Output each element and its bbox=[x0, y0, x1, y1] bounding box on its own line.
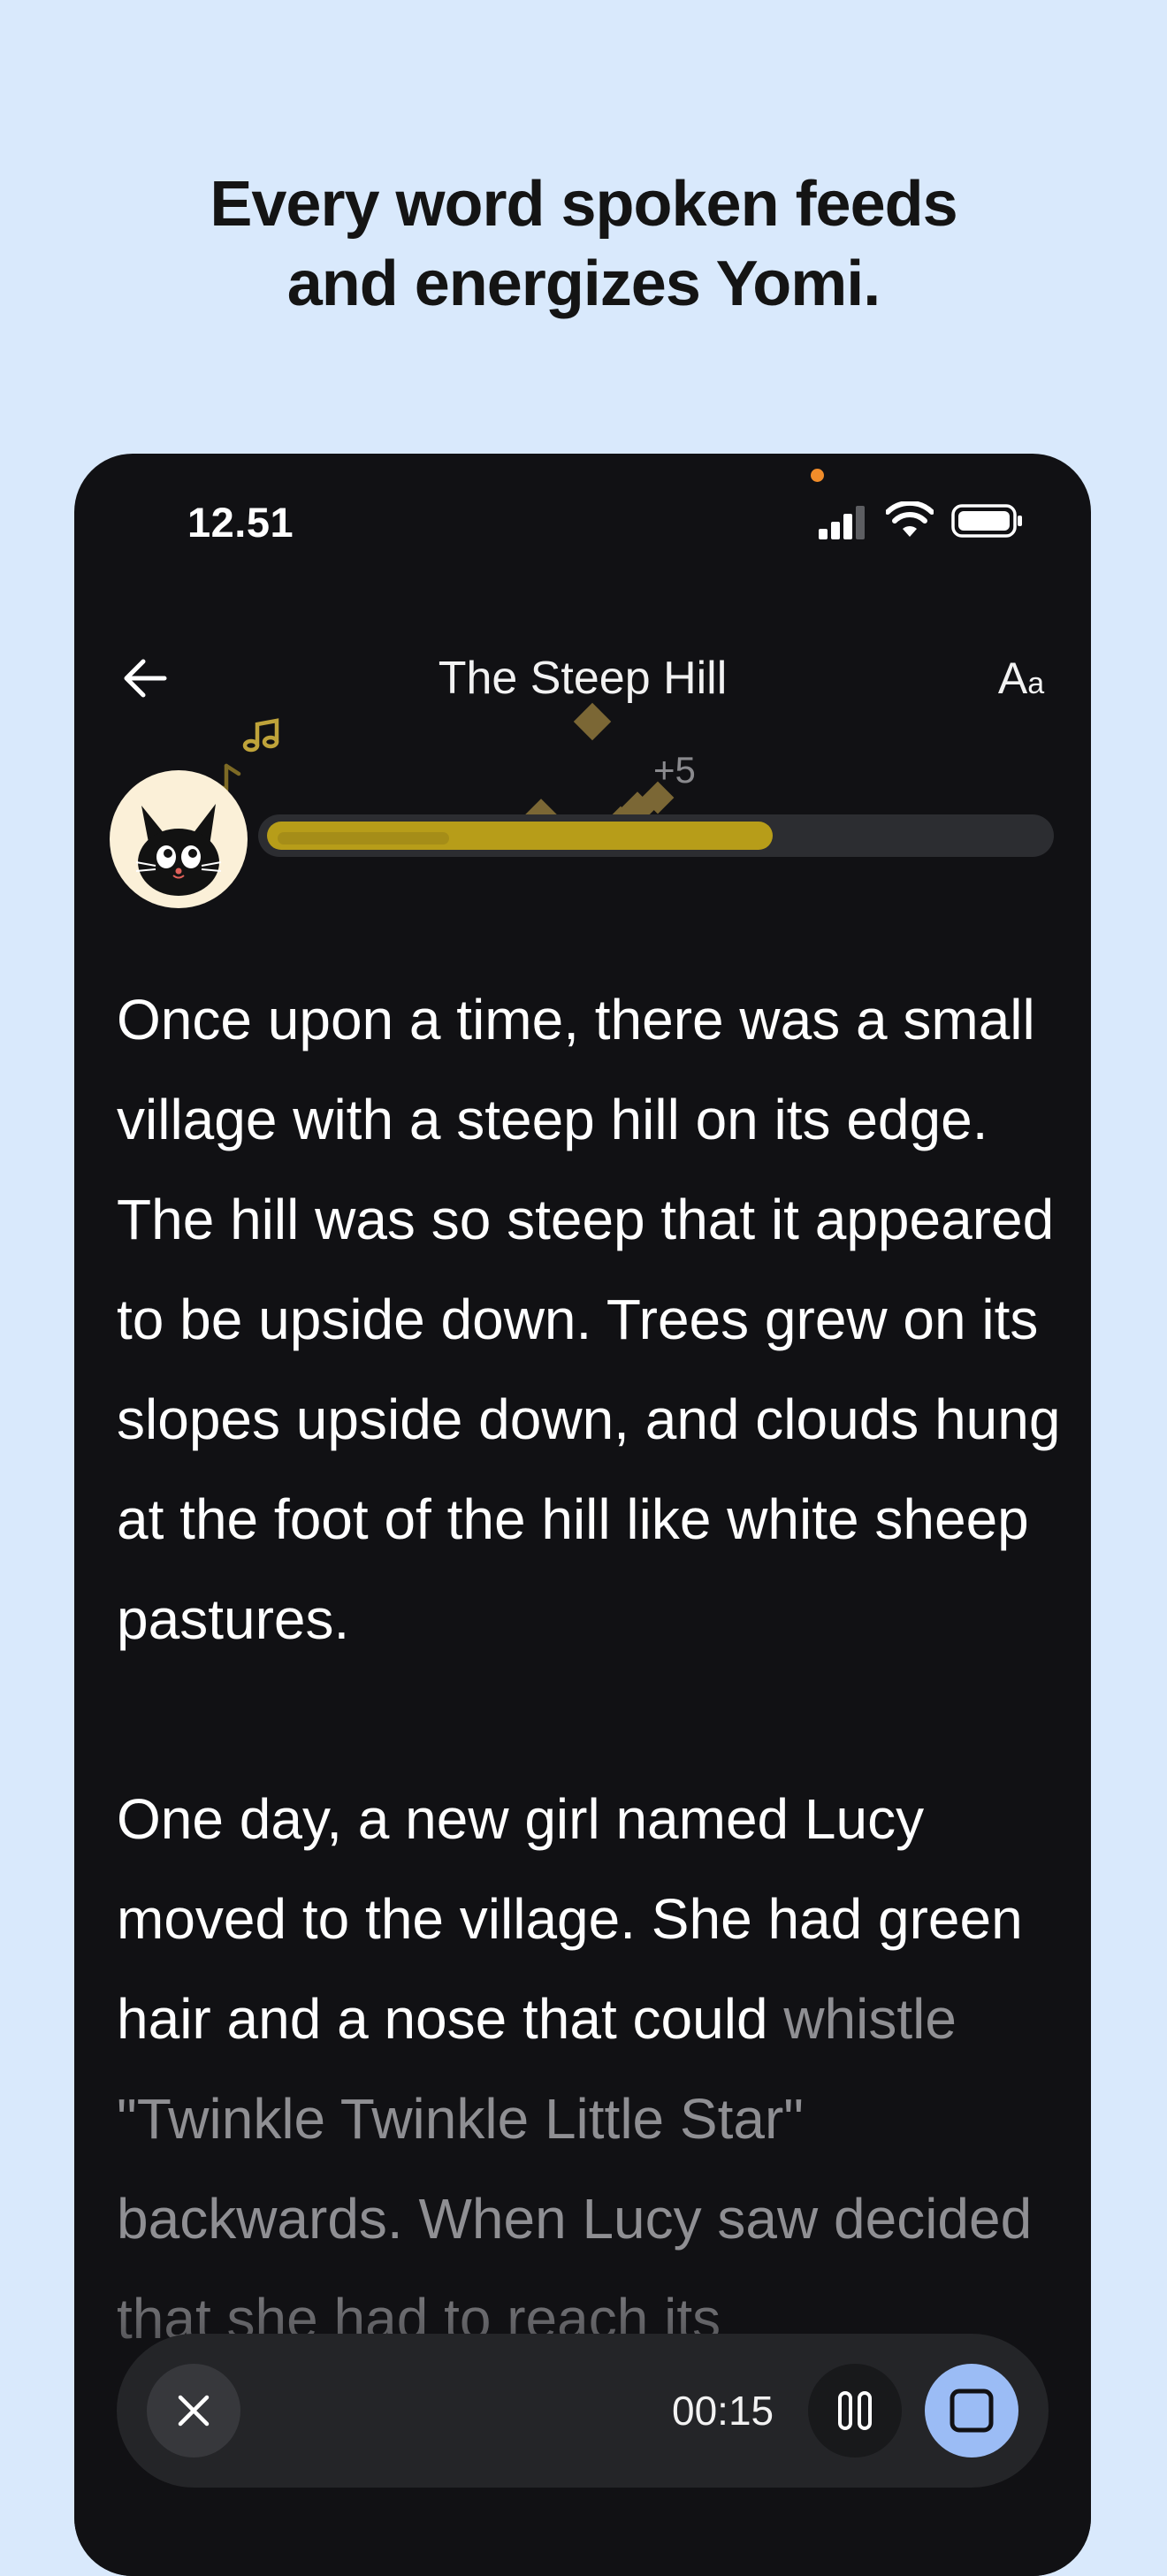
points-gained-label: +5 bbox=[653, 749, 696, 791]
battery-icon bbox=[951, 504, 1022, 538]
story-text: Once upon a time, there was a small vill… bbox=[117, 970, 1072, 2369]
privacy-indicator-dot bbox=[811, 469, 824, 482]
close-button[interactable] bbox=[147, 2364, 240, 2458]
music-note-icon bbox=[242, 718, 279, 753]
font-size-button[interactable]: A a bbox=[981, 646, 1061, 710]
reading-player-bar: 00:15 bbox=[117, 2334, 1049, 2488]
status-time: 12.51 bbox=[187, 499, 294, 546]
headline: Every word spoken feeds and energizes Yo… bbox=[0, 164, 1167, 324]
arrow-left-icon bbox=[124, 659, 167, 698]
phone-screen: 12.51 The Steep Hill A a +5 Once upon a … bbox=[74, 454, 1091, 2576]
energy-progress-bar bbox=[258, 814, 1054, 857]
energy-progress-inner bbox=[278, 832, 449, 845]
story-paragraph-1: Once upon a time, there was a small vill… bbox=[117, 988, 1061, 1651]
back-button[interactable] bbox=[113, 646, 177, 710]
pause-button[interactable] bbox=[808, 2364, 902, 2458]
cellular-signal-icon bbox=[819, 506, 865, 539]
headline-line-1: Every word spoken feeds bbox=[210, 169, 957, 240]
black-cat-icon bbox=[135, 804, 222, 896]
headline-line-2: and energizes Yomi. bbox=[286, 248, 881, 319]
pause-icon bbox=[838, 2391, 872, 2430]
wifi-icon bbox=[886, 501, 934, 537]
yomi-avatar bbox=[110, 770, 248, 908]
recording-timer: 00:15 bbox=[672, 2388, 774, 2434]
story-title: The Steep Hill bbox=[438, 653, 728, 704]
font-size-small-a: a bbox=[1027, 667, 1045, 700]
close-icon bbox=[178, 2395, 210, 2427]
stop-button[interactable] bbox=[925, 2364, 1018, 2458]
stop-icon bbox=[950, 2389, 994, 2433]
font-size-big-a: A bbox=[997, 654, 1028, 703]
